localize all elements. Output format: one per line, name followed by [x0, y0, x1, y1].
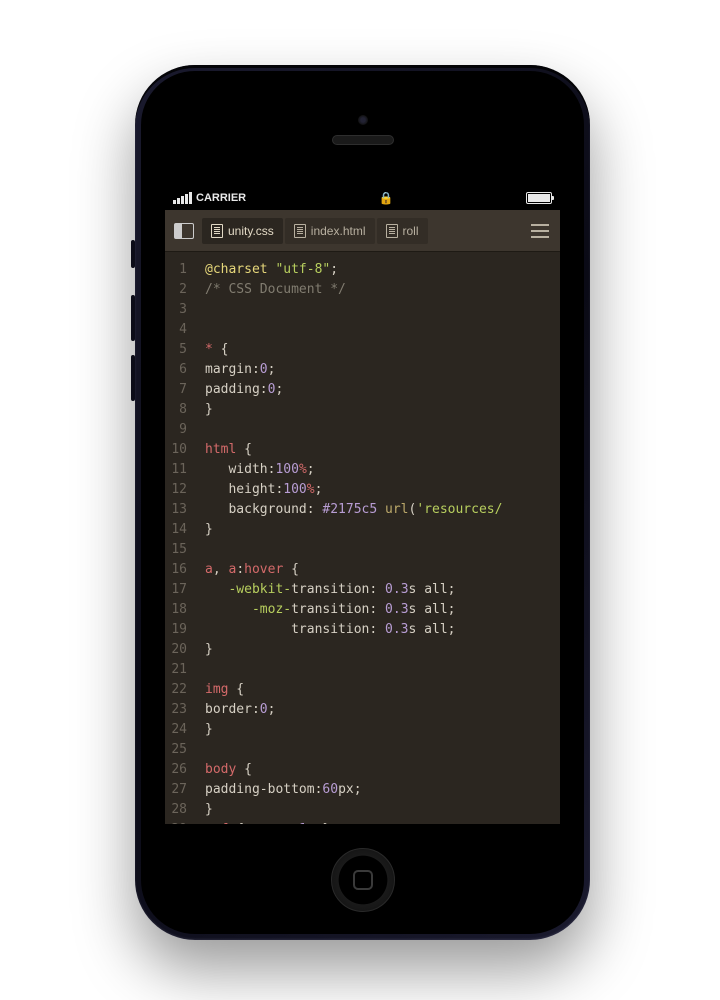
- code-line: border:0;: [205, 700, 560, 720]
- code-area[interactable]: @charset "utf-8";/* CSS Document */ * {m…: [195, 252, 560, 824]
- line-number: 16: [171, 560, 187, 580]
- code-line: [205, 300, 560, 320]
- panel-icon: [174, 223, 194, 239]
- line-number: 10: [171, 440, 187, 460]
- volume-up: [131, 295, 135, 341]
- tab-unity-css[interactable]: unity.css: [202, 218, 283, 244]
- code-line: [205, 540, 560, 560]
- phone-device: CARRIER 🔒 unity.cssindex.htmlroll 123456…: [135, 65, 590, 940]
- code-line: transition: 0.3s all;: [205, 620, 560, 640]
- tab-roll[interactable]: roll: [377, 218, 428, 244]
- line-number: 24: [171, 720, 187, 740]
- line-number: 21: [171, 660, 187, 680]
- code-line: * {: [205, 340, 560, 360]
- code-line: padding-bottom:60px;: [205, 780, 560, 800]
- code-line: [205, 660, 560, 680]
- home-icon: [353, 870, 373, 890]
- battery-icon: [526, 192, 552, 204]
- file-icon: [386, 224, 398, 238]
- code-line: .cf { zoom: 1; }: [205, 820, 560, 824]
- code-line: }: [205, 720, 560, 740]
- file-icon: [211, 224, 223, 238]
- code-line: [205, 740, 560, 760]
- code-line: body {: [205, 760, 560, 780]
- line-number: 25: [171, 740, 187, 760]
- file-icon: [294, 224, 306, 238]
- mute-switch: [131, 240, 135, 268]
- line-number: 28: [171, 800, 187, 820]
- tab-label: index.html: [311, 224, 366, 238]
- menu-button[interactable]: [524, 216, 556, 246]
- code-line: width:100%;: [205, 460, 560, 480]
- line-number: 18: [171, 600, 187, 620]
- screen: CARRIER 🔒 unity.cssindex.htmlroll 123456…: [165, 186, 560, 824]
- code-line: }: [205, 520, 560, 540]
- line-number: 4: [171, 320, 187, 340]
- line-number: 9: [171, 420, 187, 440]
- tab-bar: unity.css index.html roll: [202, 218, 521, 244]
- line-number: 17: [171, 580, 187, 600]
- code-line: -moz-transition: 0.3s all;: [205, 600, 560, 620]
- code-line: @charset "utf-8";: [205, 260, 560, 280]
- code-line: }: [205, 800, 560, 820]
- line-number: 1: [171, 260, 187, 280]
- line-number: 11: [171, 460, 187, 480]
- line-number: 13: [171, 500, 187, 520]
- code-line: margin:0;: [205, 360, 560, 380]
- signal-icon: [173, 192, 192, 204]
- code-line: padding:0;: [205, 380, 560, 400]
- toolbar: unity.css index.html roll: [165, 210, 560, 252]
- line-gutter: 1234567891011121314151617181920212223242…: [165, 252, 195, 824]
- line-number: 2: [171, 280, 187, 300]
- code-line: -webkit-transition: 0.3s all;: [205, 580, 560, 600]
- code-line: }: [205, 400, 560, 420]
- code-editor[interactable]: 1234567891011121314151617181920212223242…: [165, 252, 560, 824]
- line-number: 6: [171, 360, 187, 380]
- code-line: html {: [205, 440, 560, 460]
- line-number: 29: [171, 820, 187, 824]
- tab-index-html[interactable]: index.html: [285, 218, 375, 244]
- code-line: height:100%;: [205, 480, 560, 500]
- line-number: 3: [171, 300, 187, 320]
- line-number: 8: [171, 400, 187, 420]
- front-camera: [358, 115, 368, 125]
- code-line: img {: [205, 680, 560, 700]
- line-number: 15: [171, 540, 187, 560]
- carrier-label: CARRIER: [196, 192, 246, 204]
- code-line: [205, 420, 560, 440]
- lock-icon: 🔒: [379, 191, 394, 205]
- line-number: 19: [171, 620, 187, 640]
- home-button[interactable]: [331, 848, 395, 912]
- line-number: 5: [171, 340, 187, 360]
- panel-toggle-button[interactable]: [169, 216, 199, 246]
- status-bar: CARRIER 🔒: [165, 186, 560, 210]
- volume-down: [131, 355, 135, 401]
- line-number: 20: [171, 640, 187, 660]
- line-number: 23: [171, 700, 187, 720]
- line-number: 12: [171, 480, 187, 500]
- line-number: 7: [171, 380, 187, 400]
- line-number: 14: [171, 520, 187, 540]
- code-line: background: #2175c5 url('resources/: [205, 500, 560, 520]
- earpiece: [332, 135, 394, 145]
- line-number: 26: [171, 760, 187, 780]
- code-line: a, a:hover {: [205, 560, 560, 580]
- line-number: 27: [171, 780, 187, 800]
- line-number: 22: [171, 680, 187, 700]
- code-line: [205, 320, 560, 340]
- code-line: /* CSS Document */: [205, 280, 560, 300]
- tab-label: roll: [403, 224, 419, 238]
- tab-label: unity.css: [228, 224, 274, 238]
- code-line: }: [205, 640, 560, 660]
